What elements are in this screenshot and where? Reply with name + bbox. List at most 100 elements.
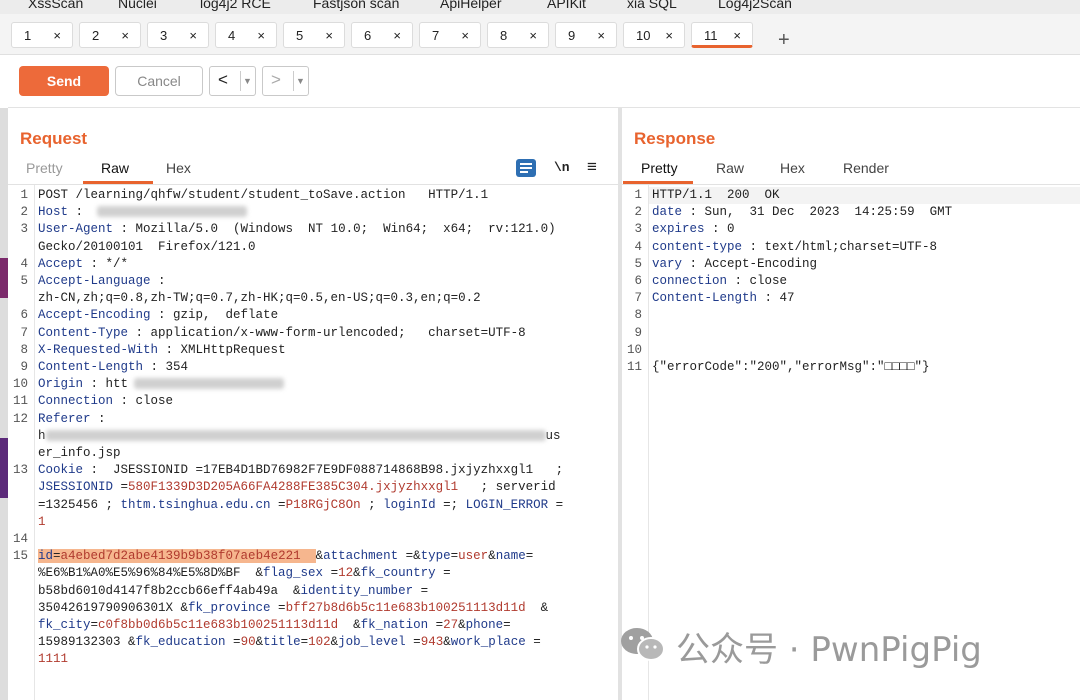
- header-name: expires: [652, 222, 705, 237]
- header-value: 354: [165, 360, 189, 374]
- extension-tab[interactable]: log4j2 RCE: [200, 0, 271, 11]
- code-text: POST /learning/qhfw/student/student_toSa…: [38, 188, 489, 202]
- line-number: 8: [20, 342, 28, 357]
- extension-tab[interactable]: Fastjson scan: [313, 0, 399, 11]
- code-line: User-Agent : Mozilla/5.0 (Windows NT 10.…: [38, 222, 556, 236]
- header-name: User-Agent: [38, 222, 114, 237]
- code-line: HTTP/1.1 200 OK: [652, 188, 780, 202]
- response-pane-title: Response: [634, 129, 716, 148]
- line-number: 5: [634, 256, 642, 271]
- line-number: 6: [20, 308, 28, 323]
- header-separator: :: [83, 377, 106, 392]
- code-line: Connection : close: [38, 394, 173, 408]
- header-value: application/x-www-form-urlencoded; chars…: [150, 325, 526, 340]
- header-name: Connection: [38, 394, 114, 409]
- close-icon[interactable]: ×: [325, 23, 333, 49]
- tab-raw[interactable]: Raw: [716, 160, 744, 176]
- close-icon[interactable]: ×: [53, 23, 61, 49]
- request-tab-7[interactable]: 7 ×: [419, 22, 481, 48]
- request-tab-6[interactable]: 6 ×: [351, 22, 413, 48]
- line-number: 3: [634, 222, 642, 237]
- tab-pretty[interactable]: Pretty: [26, 160, 63, 176]
- close-icon[interactable]: ×: [189, 23, 197, 49]
- code-line: 1111: [38, 652, 69, 667]
- code-line: Content-Length : 354: [38, 360, 188, 374]
- code-line: Origin : htt: [38, 377, 285, 392]
- menu-icon[interactable]: ≡: [587, 157, 597, 177]
- close-icon[interactable]: ×: [529, 23, 537, 49]
- request-tab-2[interactable]: 2 ×: [79, 22, 141, 48]
- code-line: Accept-Language :: [38, 274, 166, 288]
- tab-hex[interactable]: Hex: [780, 160, 805, 176]
- extension-tab[interactable]: ApiHelper: [440, 0, 501, 11]
- request-tab-4[interactable]: 4 ×: [215, 22, 277, 48]
- chevron-down-icon[interactable]: ▼: [293, 71, 307, 91]
- header-value: Accept-Encoding: [704, 256, 818, 271]
- tab-raw[interactable]: Raw: [101, 160, 129, 176]
- extension-tab[interactable]: Nuclei: [118, 0, 157, 11]
- header-value: 47: [779, 291, 795, 306]
- code-line: Referer :: [38, 412, 106, 426]
- tab-label: 9: [568, 28, 576, 43]
- chevron-down-icon[interactable]: ▼: [240, 71, 254, 91]
- header-value: Mozilla/5.0 (Windows NT 10.0; Win64; x64…: [135, 222, 556, 237]
- line-number: 5: [20, 274, 28, 288]
- header-separator: :: [727, 274, 750, 288]
- code-line: vary : Accept-Encoding: [652, 257, 817, 271]
- code-line: JSESSIONID =580F1339D3D205A66FA4288FE385…: [38, 480, 556, 495]
- request-tab-5[interactable]: 5 ×: [283, 22, 345, 48]
- close-icon[interactable]: ×: [121, 23, 129, 49]
- line-number: 9: [634, 325, 642, 340]
- send-button[interactable]: Send: [19, 66, 109, 96]
- redacted-value: [96, 206, 247, 218]
- active-tab-indicator: [83, 181, 153, 184]
- request-tab-3[interactable]: 3 ×: [147, 22, 209, 48]
- close-icon[interactable]: ×: [257, 23, 265, 49]
- watermark-text: 公众号 · PwnPigPig: [676, 630, 982, 670]
- close-icon[interactable]: ×: [665, 23, 673, 49]
- header-value: gzip, deflate: [173, 308, 279, 323]
- tab-label: 7: [432, 28, 440, 43]
- line-number: 6: [634, 274, 642, 288]
- history-back-button[interactable]: < ▼: [209, 66, 256, 96]
- close-icon[interactable]: ×: [393, 23, 401, 49]
- header-name: Content-Length: [38, 360, 144, 374]
- header-separator: :: [83, 256, 106, 271]
- add-tab-icon[interactable]: +: [778, 30, 790, 50]
- header-name: Content-Length: [652, 291, 758, 306]
- tab-pretty[interactable]: Pretty: [641, 160, 678, 176]
- line-number: 14: [12, 532, 28, 546]
- request-editor[interactable]: 1 POST /learning/qhfw/student/student_toS…: [8, 186, 618, 700]
- pretty-print-icon[interactable]: [516, 159, 536, 177]
- header-name: Origin: [38, 377, 84, 392]
- header-name: Accept-Language: [38, 274, 151, 288]
- extension-tab[interactable]: Log4j2Scan: [718, 0, 792, 11]
- watermark: 公众号 · PwnPigPig: [618, 620, 1058, 670]
- extension-tab[interactable]: XssScan: [28, 0, 83, 11]
- request-tab-9[interactable]: 9 ×: [555, 22, 617, 48]
- newline-toggle-icon[interactable]: \n: [554, 160, 570, 175]
- code-line: id=a4ebed7d2abe4139b9b38f07aeb4e221 &att…: [38, 549, 534, 564]
- cancel-button[interactable]: Cancel: [115, 66, 203, 96]
- selected-parameter[interactable]: id=a4ebed7d2abe4139b9b38f07aeb4e221: [38, 549, 316, 564]
- code-line: POST /learning/qhfw/student/student_toSa…: [38, 188, 488, 202]
- tab-hex[interactable]: Hex: [166, 160, 191, 176]
- tab-render[interactable]: Render: [843, 160, 889, 176]
- extension-tab[interactable]: APIKit: [547, 0, 586, 11]
- code-line: connection : close: [652, 274, 787, 288]
- close-icon[interactable]: ×: [733, 23, 741, 49]
- close-icon[interactable]: ×: [461, 23, 469, 49]
- request-tab-10[interactable]: 10 ×: [623, 22, 685, 48]
- extensions-tab-bar: XssScan Nuclei log4j2 RCE Fastjson scan ApiH…: [0, 0, 1080, 14]
- header-value: htt: [105, 377, 129, 392]
- history-forward-button[interactable]: > ▼: [262, 66, 309, 96]
- line-number: 3: [20, 222, 28, 237]
- extension-tab[interactable]: xia SQL: [627, 0, 677, 11]
- request-tab-1[interactable]: 1 ×: [11, 22, 73, 48]
- header-name: connection: [652, 274, 728, 288]
- code-text: zh-CN,zh;q=0.8,zh-TW;q=0.7,zh-HK;q=0.5,e…: [38, 291, 481, 306]
- close-icon[interactable]: ×: [597, 23, 605, 49]
- request-tab-11[interactable]: 11 ×: [691, 22, 753, 48]
- response-editor[interactable]: 1 HTTP/1.1 200 OK 2 date : Sun, 31 Dec 2023…: [622, 186, 1080, 616]
- request-tab-8[interactable]: 8 ×: [487, 22, 549, 48]
